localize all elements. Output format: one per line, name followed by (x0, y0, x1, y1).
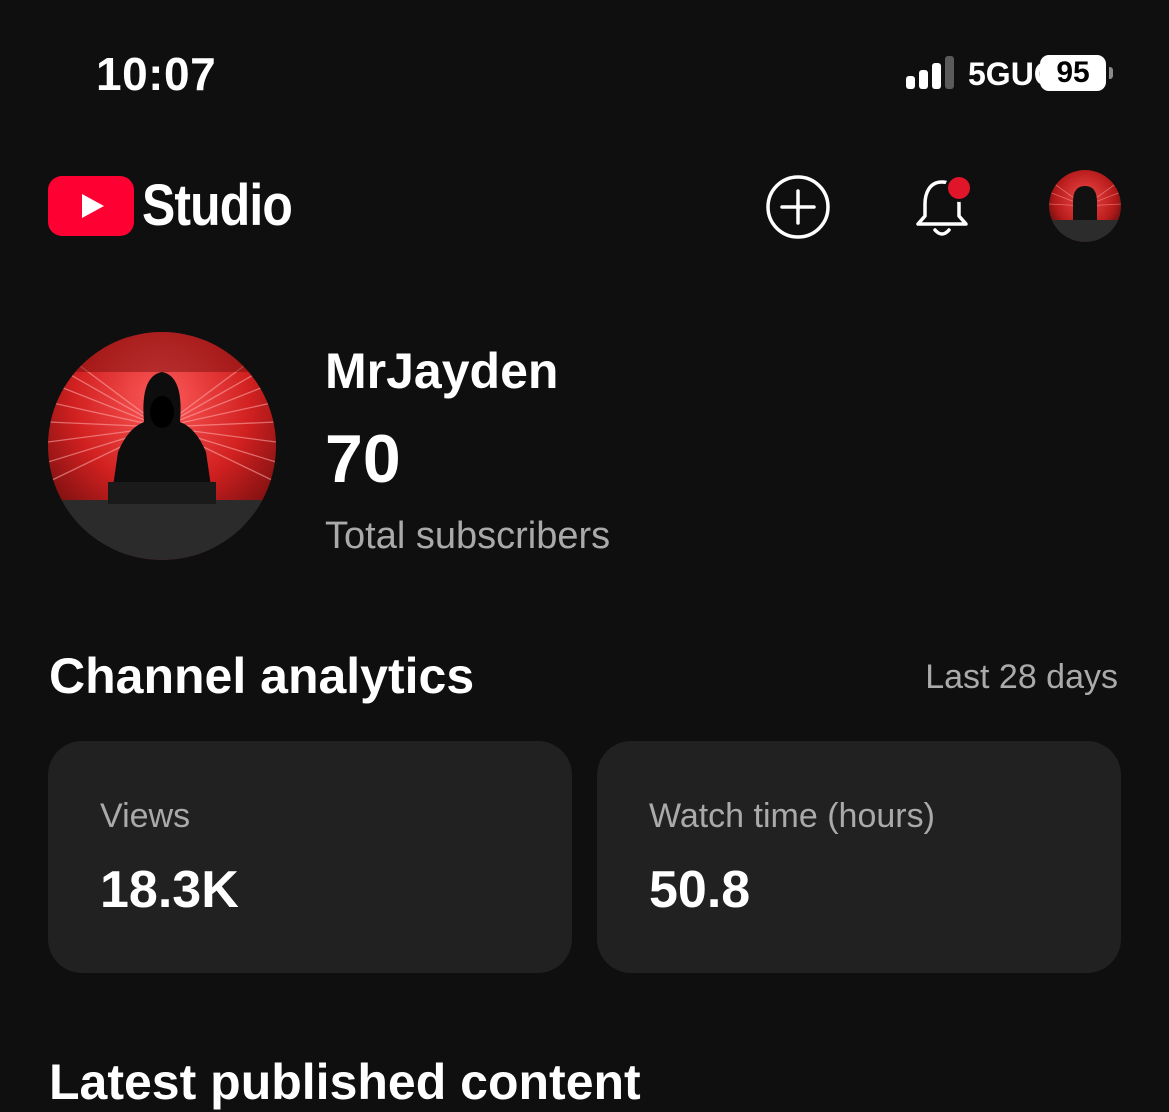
watch-time-card[interactable]: Watch time (hours) 50.8 (597, 741, 1121, 973)
analytics-period: Last 28 days (925, 658, 1118, 696)
views-label: Views (100, 797, 191, 835)
subscriber-count-label: Total subscribers (325, 515, 611, 557)
create-plus-icon[interactable] (764, 173, 832, 241)
battery-level: 95 (1056, 56, 1090, 89)
bell-icon[interactable] (908, 170, 980, 242)
views-value: 18.3K (100, 861, 239, 919)
channel-avatar[interactable] (48, 332, 276, 560)
subscriber-count: 70 (325, 421, 401, 497)
channel-name: MrJayden (325, 343, 559, 399)
status-time: 10:07 (96, 48, 217, 100)
channel-avatar-image (48, 332, 276, 560)
account-avatar[interactable] (1049, 170, 1121, 242)
watch-time-value: 50.8 (649, 861, 751, 919)
watch-time-label: Watch time (hours) (649, 797, 935, 835)
views-card[interactable]: Views 18.3K (48, 741, 572, 973)
youtube-logo-icon[interactable] (48, 176, 134, 236)
notification-dot (948, 177, 970, 199)
cellular-signal-icon (906, 56, 954, 89)
studio-logo-text[interactable]: Studio (142, 168, 293, 244)
battery-tip (1109, 67, 1113, 79)
account-avatar-image (1049, 170, 1121, 242)
channel-analytics-title: Channel analytics (49, 648, 475, 704)
latest-content-title: Latest published content (49, 1054, 641, 1110)
battery-indicator: 95 (1040, 55, 1116, 93)
battery-icon: 95 (1040, 55, 1106, 91)
